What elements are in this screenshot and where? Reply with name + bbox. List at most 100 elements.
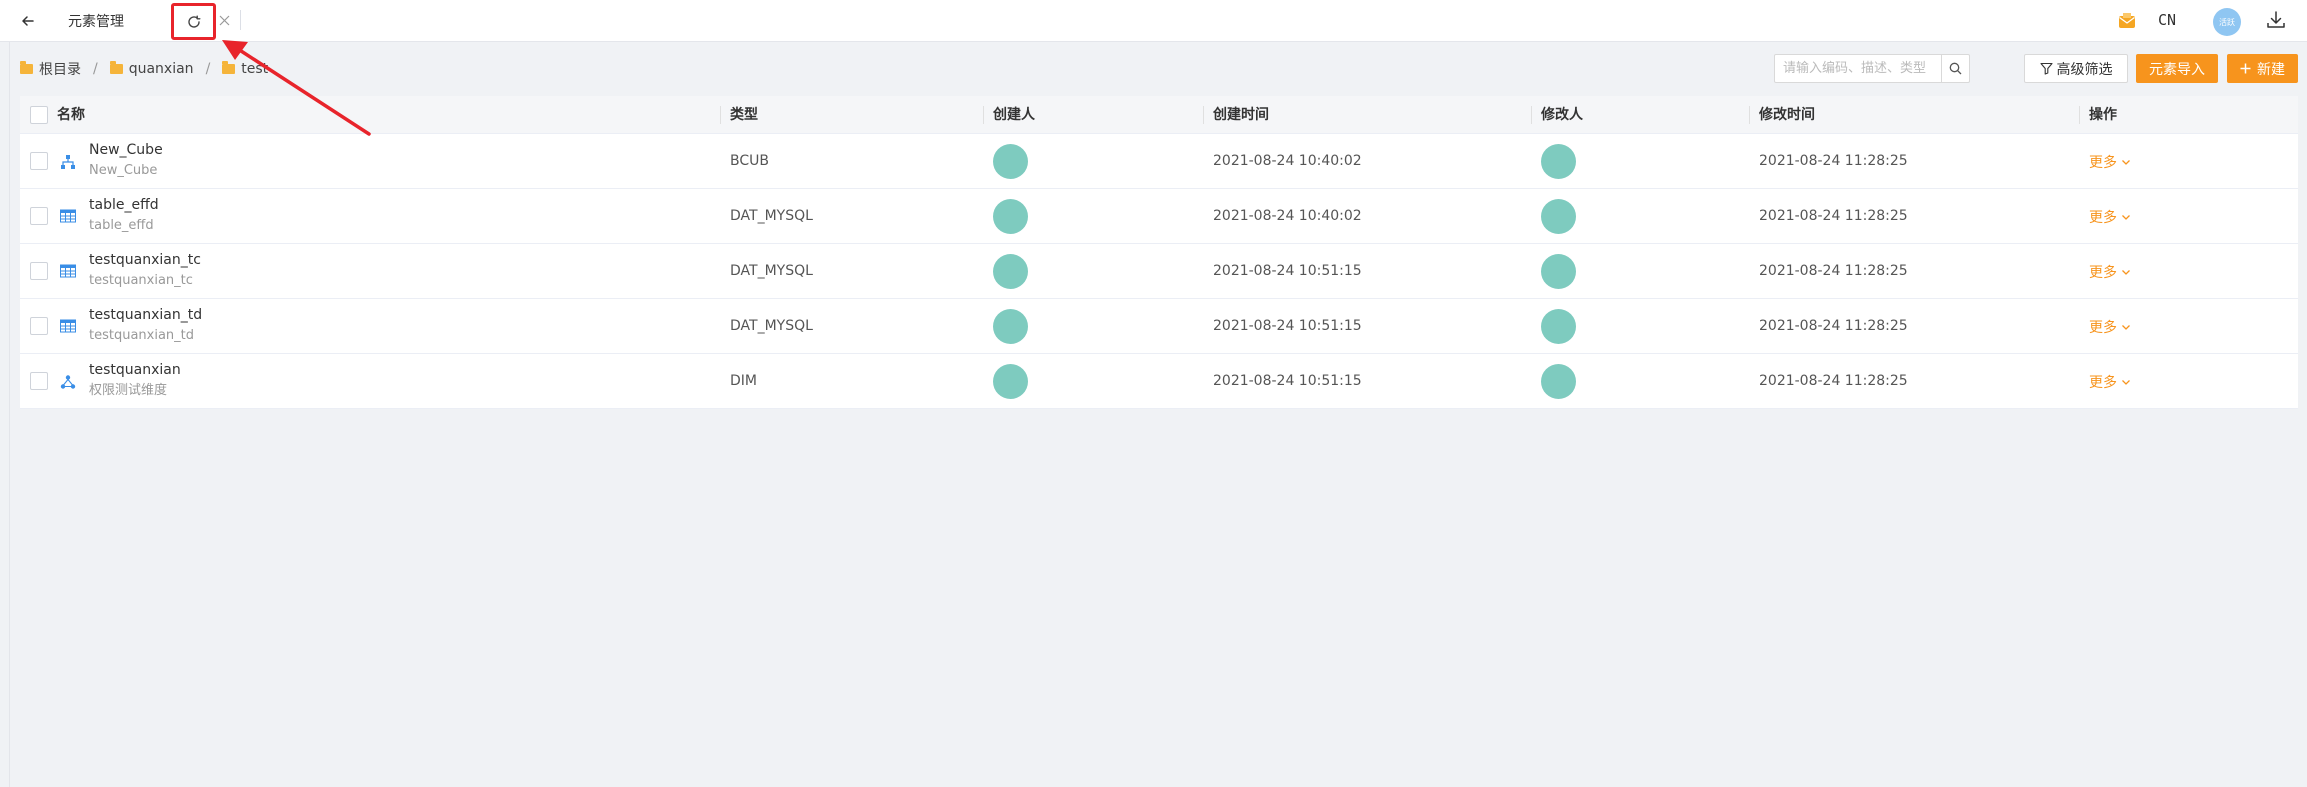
element-type: DAT_MYSQL — [730, 318, 813, 334]
side-divider — [0, 42, 10, 787]
more-actions-dropdown[interactable]: 更多 — [2089, 207, 2131, 227]
creator-avatar — [993, 309, 1028, 344]
search-input[interactable] — [1775, 55, 1941, 82]
breadcrumb-item-quanxian[interactable]: quanxian — [109, 61, 194, 77]
table-row[interactable]: testquanxian_td testquanxian_td DAT_MYSQ… — [20, 299, 2298, 354]
search-box — [1774, 54, 1970, 83]
breadcrumb-separator: / — [93, 61, 98, 77]
breadcrumb-label: quanxian — [128, 61, 194, 77]
breadcrumb-label: 根目录 — [39, 62, 81, 78]
modifier-avatar — [1541, 364, 1576, 399]
table-row[interactable]: New_Cube New_Cube BCUB 2021-08-24 10:40:… — [20, 134, 2298, 189]
column-header-actions: 操作 — [2089, 107, 2117, 123]
elements-table: 名称 类型 创建人 创建时间 修改人 修改时间 操作 New_Cube New_… — [20, 96, 2298, 409]
modified-time: 2021-08-24 11:28:25 — [1759, 208, 1908, 224]
refresh-icon — [187, 15, 200, 28]
select-all-checkbox[interactable] — [30, 106, 48, 124]
modified-time: 2021-08-24 11:28:25 — [1759, 373, 1908, 389]
creator-avatar — [993, 254, 1028, 289]
arrow-left-icon — [22, 16, 34, 26]
column-header-modifier[interactable]: 修改人 — [1541, 96, 1583, 134]
new-label: 新建 — [2257, 61, 2285, 78]
table-header: 名称 类型 创建人 创建时间 修改人 修改时间 操作 — [20, 96, 2298, 134]
close-icon — [219, 15, 229, 25]
modified-time: 2021-08-24 11:28:25 — [1759, 318, 1908, 334]
back-button[interactable] — [17, 10, 39, 32]
modified-time: 2021-08-24 11:28:25 — [1759, 153, 1908, 169]
refresh-button[interactable] — [171, 3, 216, 40]
table-row[interactable]: testquanxian 权限测试维度 DIM 2021-08-24 10:51… — [20, 354, 2298, 409]
table-row[interactable]: table_effd table_effd DAT_MYSQL 2021-08-… — [20, 189, 2298, 244]
modifier-avatar — [1541, 254, 1576, 289]
column-divider — [1531, 106, 1532, 124]
table-icon — [60, 264, 76, 278]
column-divider — [720, 106, 721, 124]
table-icon — [60, 209, 76, 223]
creator-avatar — [993, 199, 1028, 234]
avatar[interactable]: 活跃 — [2213, 8, 2241, 36]
row-checkbox[interactable] — [30, 372, 48, 390]
download-icon — [2267, 11, 2285, 28]
download-button[interactable] — [2266, 10, 2286, 34]
column-divider — [1749, 106, 1750, 124]
table-icon — [60, 319, 76, 333]
cube-hierarchy-icon — [61, 155, 75, 169]
modified-time: 2021-08-24 11:28:25 — [1759, 263, 1908, 279]
message-button[interactable] — [2118, 12, 2136, 34]
chevron-down-icon — [2122, 215, 2130, 220]
created-time: 2021-08-24 10:40:02 — [1213, 153, 1362, 169]
created-time: 2021-08-24 10:40:02 — [1213, 208, 1362, 224]
breadcrumb: 根目录 / quanxian / test — [20, 59, 268, 79]
column-header-name[interactable]: 名称 — [57, 96, 85, 134]
tab-divider — [240, 10, 241, 30]
element-name[interactable]: testquanxian_tc — [89, 251, 201, 270]
chevron-down-icon — [2122, 380, 2130, 385]
top-bar: 元素管理 CN 活跃 — [0, 0, 2307, 42]
breadcrumb-item-root[interactable]: 根目录 — [20, 59, 81, 79]
created-time: 2021-08-24 10:51:15 — [1213, 318, 1362, 334]
more-label: 更多 — [2089, 210, 2117, 226]
column-header-created-time[interactable]: 创建时间 — [1213, 96, 1269, 134]
column-header-type[interactable]: 类型 — [730, 96, 758, 134]
dimension-icon — [60, 375, 76, 389]
element-name[interactable]: testquanxian_td — [89, 306, 202, 325]
search-button[interactable] — [1941, 55, 1969, 82]
close-tab-button[interactable] — [216, 11, 232, 29]
more-actions-dropdown[interactable]: 更多 — [2089, 372, 2131, 392]
tab-title[interactable]: 元素管理 — [68, 11, 124, 31]
more-label: 更多 — [2089, 155, 2117, 171]
search-icon — [1949, 62, 1962, 75]
element-name[interactable]: table_effd — [89, 196, 159, 215]
row-checkbox[interactable] — [30, 317, 48, 335]
element-name[interactable]: testquanxian — [89, 361, 181, 380]
row-checkbox[interactable] — [30, 152, 48, 170]
modifier-avatar — [1541, 144, 1576, 179]
created-time: 2021-08-24 10:51:15 — [1213, 373, 1362, 389]
table-row[interactable]: testquanxian_tc testquanxian_tc DAT_MYSQ… — [20, 244, 2298, 299]
envelope-icon — [2119, 13, 2135, 28]
plus-icon — [2240, 63, 2251, 74]
row-checkbox[interactable] — [30, 262, 48, 280]
import-button[interactable]: 元素导入 — [2136, 54, 2218, 83]
creator-avatar — [993, 364, 1028, 399]
more-label: 更多 — [2089, 265, 2117, 281]
element-name[interactable]: New_Cube — [89, 141, 163, 160]
advanced-filter-button[interactable]: 高级筛选 — [2024, 54, 2128, 83]
element-type: DAT_MYSQL — [730, 208, 813, 224]
column-header-modified-time[interactable]: 修改时间 — [1759, 96, 1815, 134]
filter-label: 高级筛选 — [2056, 61, 2113, 78]
element-type: DIM — [730, 373, 757, 389]
column-divider — [1203, 106, 1204, 124]
more-actions-dropdown[interactable]: 更多 — [2089, 262, 2131, 282]
breadcrumb-item-test[interactable]: test — [222, 61, 268, 77]
new-button[interactable]: 新建 — [2227, 54, 2298, 83]
more-label: 更多 — [2089, 375, 2117, 391]
language-switch[interactable]: CN — [2158, 11, 2176, 29]
row-checkbox[interactable] — [30, 207, 48, 225]
more-label: 更多 — [2089, 320, 2117, 336]
more-actions-dropdown[interactable]: 更多 — [2089, 152, 2131, 172]
breadcrumb-label: test — [241, 61, 269, 77]
more-actions-dropdown[interactable]: 更多 — [2089, 317, 2131, 337]
filter-icon — [2039, 62, 2053, 75]
column-header-creator[interactable]: 创建人 — [993, 96, 1035, 134]
